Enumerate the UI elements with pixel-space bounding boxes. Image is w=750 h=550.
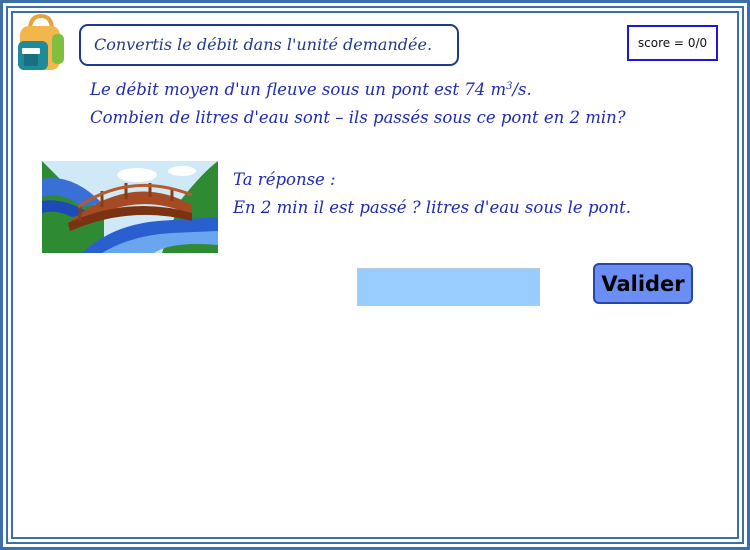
bridge-river-image <box>42 161 218 253</box>
response-statement: En 2 min il est passé ? litres d'eau sou… <box>233 198 631 217</box>
validate-button[interactable]: Valider <box>593 263 693 304</box>
answer-input[interactable] <box>357 268 540 306</box>
backpack-icon <box>18 14 64 70</box>
instruction-box: Convertis le débit dans l'unité demandée… <box>79 24 459 66</box>
response-label: Ta réponse : <box>233 170 336 189</box>
question-line-1-end: /s. <box>512 80 532 99</box>
question-line-1: Le débit moyen d'un fleuve sous un pont … <box>90 80 532 99</box>
score-box: score = 0/0 <box>627 25 718 61</box>
score-label: score = <box>637 36 688 50</box>
instruction-text: Convertis le débit dans l'unité demandée… <box>94 35 433 54</box>
score-value: 0/0 <box>687 36 708 50</box>
question-line-1-text: Le débit moyen d'un fleuve sous un pont … <box>90 80 507 99</box>
question-line-2: Combien de litres d'eau sont – ils passé… <box>90 108 626 127</box>
